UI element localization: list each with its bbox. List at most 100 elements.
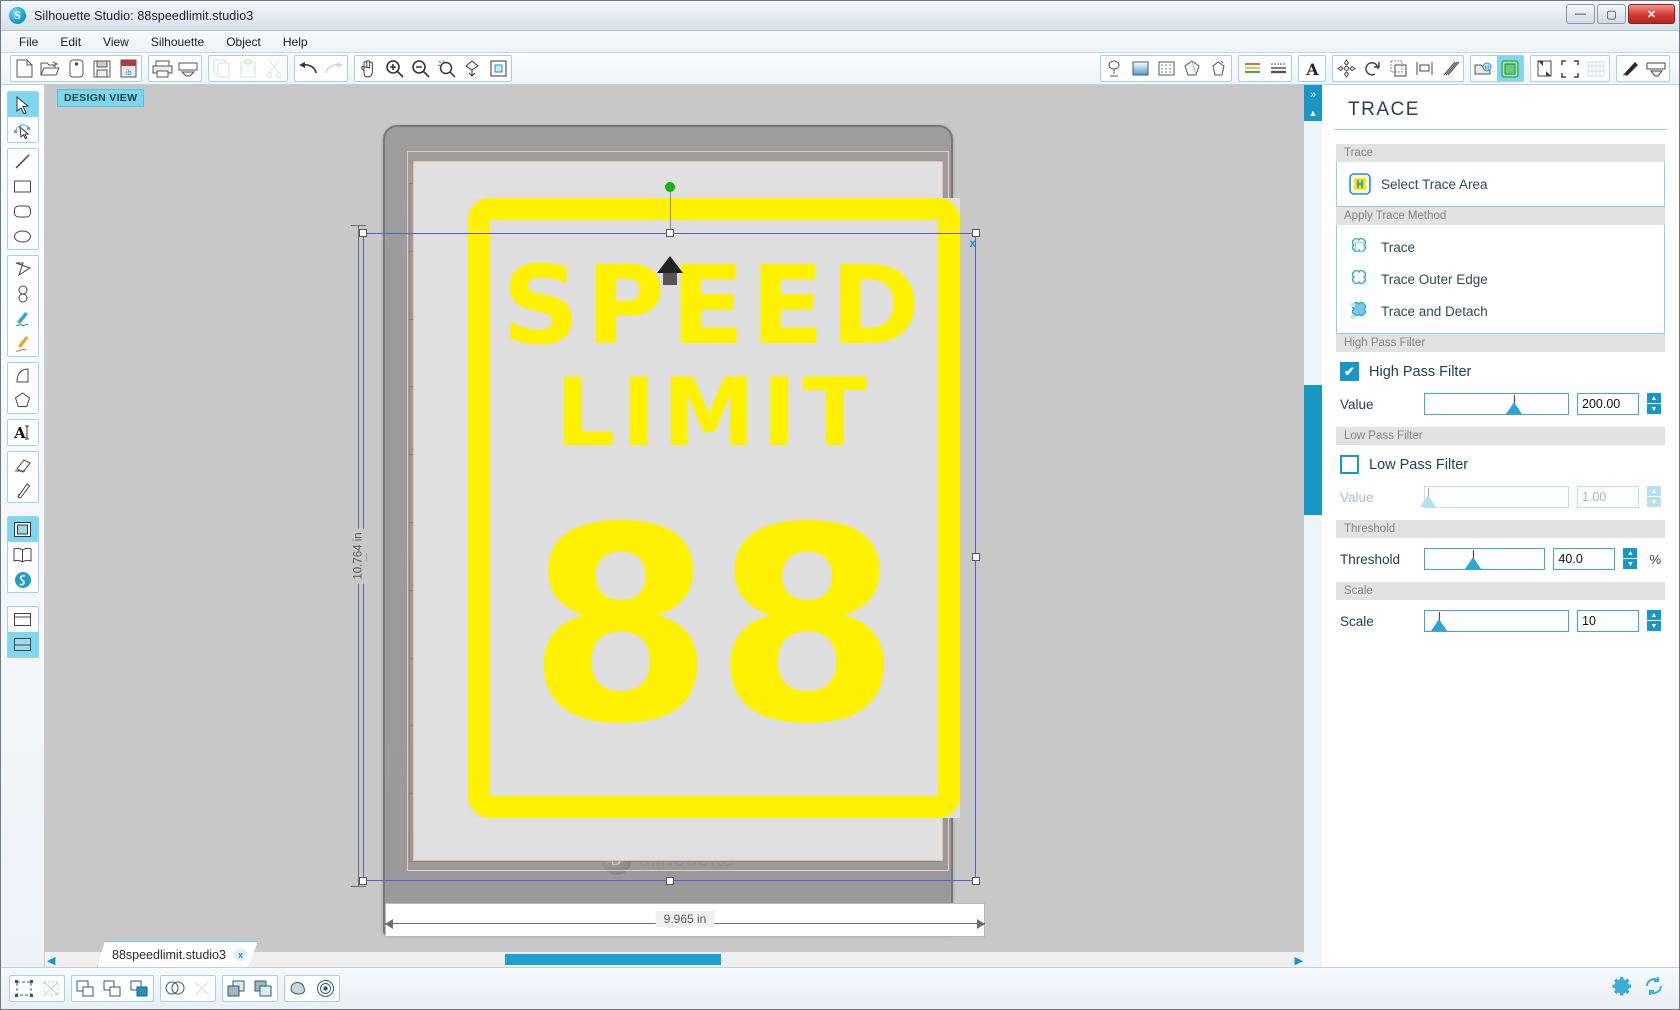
selection-close-icon[interactable]: x: [969, 236, 976, 250]
line-color-panel-button[interactable]: [1239, 56, 1265, 81]
ungroup-button[interactable]: [37, 976, 64, 1001]
design-canvas[interactable]: DESIGN VIEW S silhouette 12: [45, 85, 1321, 967]
resize-handle-middle-right[interactable]: [972, 553, 980, 561]
resize-handle-top-center[interactable]: [666, 229, 674, 237]
document-tab-close-icon[interactable]: x: [234, 948, 247, 961]
menu-item-silhouette[interactable]: Silhouette: [141, 33, 214, 51]
zoom-out-button[interactable]: [407, 56, 433, 81]
high-pass-value-stepper[interactable]: ▲▼: [1647, 393, 1661, 415]
text-tool[interactable]: A: [8, 420, 38, 445]
rounded-rectangle-tool[interactable]: [8, 199, 38, 224]
low-pass-value-input[interactable]: 1.00: [1577, 486, 1639, 508]
high-pass-filter-checkbox[interactable]: ✔: [1340, 362, 1359, 381]
eraser-tool[interactable]: [8, 452, 38, 477]
fit-to-window-button[interactable]: [459, 56, 485, 81]
threshold-stepper[interactable]: ▲▼: [1623, 548, 1637, 570]
zoom-selection-button[interactable]: [433, 56, 459, 81]
panel-scroll-up-icon[interactable]: ▲: [1304, 105, 1322, 121]
cut-settings-view-tool[interactable]: [8, 632, 38, 657]
zoom-region-button[interactable]: [485, 56, 511, 81]
polygon-tool[interactable]: [8, 256, 38, 281]
curve-tool[interactable]: [8, 281, 38, 306]
scroll-left-icon[interactable]: ◀: [47, 954, 55, 967]
page-setup-panel-button[interactable]: [1497, 56, 1523, 81]
pan-tool-button[interactable]: [355, 56, 381, 81]
registration-marks-button[interactable]: [1531, 56, 1557, 81]
select-trace-area-button[interactable]: Select Trace Area: [1345, 168, 1656, 200]
scroll-right-icon[interactable]: ▶: [1295, 954, 1303, 967]
paste-button[interactable]: [235, 56, 261, 81]
draw-smooth-tool[interactable]: [8, 331, 38, 356]
regular-polygon-tool[interactable]: [8, 388, 38, 413]
arc-tool[interactable]: [8, 363, 38, 388]
close-button[interactable]: ✕: [1628, 4, 1675, 24]
fill-shape-button[interactable]: [285, 976, 312, 1001]
open-from-library-button[interactable]: [63, 56, 89, 81]
new-document-button[interactable]: [11, 56, 37, 81]
document-tab[interactable]: 88speedlimit.studio3 x: [97, 941, 258, 967]
transform-panel-button[interactable]: [1333, 56, 1359, 81]
library-tool[interactable]: [8, 542, 38, 567]
scale-stepper[interactable]: ▲▼: [1647, 610, 1661, 632]
release-compound-path-button[interactable]: [99, 976, 126, 1001]
replicate-panel-button[interactable]: [1359, 56, 1385, 81]
knife-tool[interactable]: [8, 477, 38, 502]
high-pass-filter-checkbox-row[interactable]: ✔ High Pass Filter: [1338, 354, 1663, 389]
grid-panel-button[interactable]: [1583, 56, 1609, 81]
trace-panel-button[interactable]: M: [1471, 56, 1497, 81]
make-compound-path-button[interactable]: [72, 976, 99, 1001]
group-button[interactable]: [10, 976, 37, 1001]
subtract-button[interactable]: [188, 976, 215, 1001]
horizontal-scroll-thumb[interactable]: [505, 954, 721, 965]
settings-gear-icon[interactable]: [1611, 975, 1633, 1002]
high-pass-value-input[interactable]: 200.00: [1577, 393, 1639, 415]
maximize-button[interactable]: ▢: [1597, 4, 1626, 24]
send-to-silhouette-button[interactable]: [175, 56, 201, 81]
fill-color-panel-button[interactable]: [1127, 56, 1153, 81]
copy-button[interactable]: [209, 56, 235, 81]
low-pass-value-slider[interactable]: [1424, 486, 1569, 508]
pixscan-button[interactable]: [1617, 56, 1643, 81]
rotation-handle[interactable]: [665, 182, 675, 192]
rectangle-tool[interactable]: [8, 174, 38, 199]
resize-handle-bottom-center[interactable]: [666, 877, 674, 885]
menu-item-file[interactable]: File: [9, 33, 48, 51]
menu-item-edit[interactable]: Edit: [50, 33, 91, 51]
redo-button[interactable]: [321, 56, 347, 81]
print-button[interactable]: [149, 56, 175, 81]
line-tool[interactable]: [8, 149, 38, 174]
sync-refresh-icon[interactable]: [1643, 975, 1665, 1002]
edit-points-tool[interactable]: [8, 117, 38, 142]
scale-slider[interactable]: [1424, 610, 1569, 632]
ellipse-tool[interactable]: [8, 224, 38, 249]
save-to-library-button[interactable]: ib: [115, 56, 141, 81]
knife-panel-button[interactable]: [1437, 56, 1463, 81]
line-style-panel-button[interactable]: [1101, 56, 1127, 81]
panel-scrollbar[interactable]: ▲: [1304, 105, 1322, 967]
draw-freehand-tool[interactable]: [8, 306, 38, 331]
fill-pattern-panel-button[interactable]: [1153, 56, 1179, 81]
merge-button[interactable]: [126, 976, 153, 1001]
open-document-button[interactable]: [37, 56, 63, 81]
trace-outer-edge-button[interactable]: Trace Outer Edge: [1345, 263, 1656, 295]
selection-bounding-box[interactable]: x: [363, 233, 976, 881]
trace-and-detach-button[interactable]: Trace and Detach: [1345, 295, 1656, 327]
fill-gradient-panel-button[interactable]: [1179, 56, 1205, 81]
low-pass-value-stepper[interactable]: ▲▼: [1647, 486, 1661, 508]
bring-to-front-button[interactable]: [223, 976, 250, 1001]
low-pass-filter-checkbox[interactable]: [1340, 455, 1359, 474]
low-pass-filter-checkbox-row[interactable]: Low Pass Filter: [1338, 447, 1663, 482]
weld-button[interactable]: [161, 976, 188, 1001]
line-thickness-panel-button[interactable]: [1265, 56, 1291, 81]
zoom-in-button[interactable]: [381, 56, 407, 81]
offset-panel-button[interactable]: [1385, 56, 1411, 81]
sketch-panel-button[interactable]: [1205, 56, 1231, 81]
offset-shape-button[interactable]: [312, 976, 339, 1001]
save-button[interactable]: [89, 56, 115, 81]
minimize-button[interactable]: —: [1566, 4, 1595, 24]
resize-handle-top-right[interactable]: [972, 229, 980, 237]
scale-input[interactable]: 10: [1577, 610, 1639, 632]
menu-item-object[interactable]: Object: [216, 33, 271, 51]
menu-item-view[interactable]: View: [93, 33, 139, 51]
send-button[interactable]: [1643, 56, 1669, 81]
